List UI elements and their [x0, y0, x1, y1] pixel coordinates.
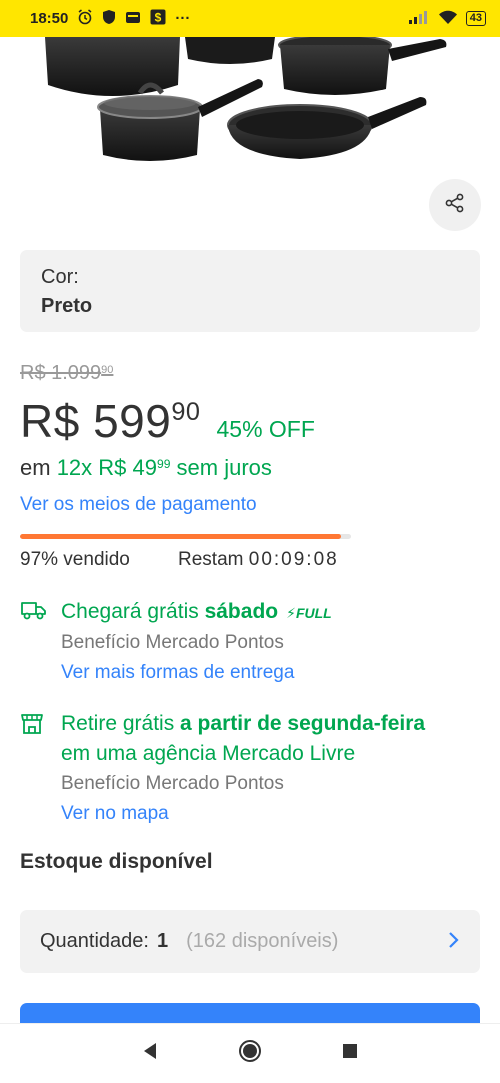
- sold-progress-bar: [20, 534, 351, 539]
- dollar-app-icon: $: [150, 9, 166, 28]
- color-selector[interactable]: Cor: Preto: [20, 250, 480, 332]
- wallet-icon: [125, 9, 141, 28]
- quantity-selector[interactable]: Quantidade: 1 (162 disponíveis): [20, 910, 480, 973]
- map-link[interactable]: Ver no mapa: [61, 799, 480, 829]
- pickup-benefit: Benefício Mercado Pontos: [61, 773, 284, 794]
- alarm-icon: [77, 9, 93, 28]
- share-icon: [444, 192, 466, 219]
- share-button[interactable]: [429, 179, 481, 231]
- discount-badge: 45% OFF: [216, 416, 315, 442]
- signal-icon: [408, 10, 430, 27]
- sold-progress-fill: [20, 534, 342, 539]
- quantity-label: Quantidade:: [40, 930, 149, 952]
- wifi-icon: [438, 10, 458, 28]
- current-price: R$ 59990: [20, 395, 201, 447]
- payment-methods-link[interactable]: Ver os meios de pagamento: [20, 494, 257, 516]
- stock-title: Estoque disponível: [20, 850, 213, 873]
- product-image[interactable]: [0, 37, 500, 167]
- shipping-benefit: Benefício Mercado Pontos: [61, 632, 284, 653]
- original-price: R$ 1.09990: [20, 362, 114, 384]
- pickup-info: Retire grátis a partir de segunda-feira …: [20, 709, 480, 829]
- sold-percentage: 97% vendido: [20, 549, 130, 570]
- deal-countdown: Restam 00:09:08: [178, 549, 339, 570]
- battery-icon: 43: [465, 11, 486, 26]
- nav-recents-button[interactable]: [300, 1024, 400, 1083]
- installments: em 12x R$ 4999 sem juros: [20, 455, 272, 480]
- recents-square-icon: [342, 1043, 358, 1064]
- available-count: (162 disponíveis): [186, 930, 339, 952]
- store-icon: [20, 712, 44, 736]
- price-row: R$ 59990 45% OFF: [20, 394, 315, 448]
- nav-home-button[interactable]: [200, 1024, 300, 1083]
- more-shipping-link[interactable]: Ver mais formas de entrega: [61, 658, 480, 688]
- nav-back-button[interactable]: [100, 1024, 200, 1083]
- truck-icon: [20, 599, 48, 621]
- chevron-right-icon: [448, 929, 460, 955]
- status-time: 18:50: [30, 10, 69, 27]
- pickup-headline: Retire grátis a partir de segunda-feira: [61, 712, 426, 735]
- shipping-info: Chegará grátis sábado ⚡FULL Benefício Mer…: [20, 597, 480, 688]
- pickup-location: em uma agência Mercado Livre: [61, 742, 356, 765]
- status-bar: 18:50 $ ··· 43: [0, 0, 500, 37]
- full-badge: ⚡FULL: [286, 605, 332, 621]
- shipping-headline: Chegará grátis sábado ⚡FULL: [61, 600, 332, 623]
- system-nav-bar: [0, 1023, 500, 1083]
- shield-icon: [102, 9, 116, 28]
- home-circle-icon: [238, 1039, 262, 1068]
- svg-text:$: $: [155, 11, 162, 25]
- countdown-timer: 00:09:08: [248, 549, 339, 570]
- color-label: Cor:: [41, 266, 79, 288]
- color-value: Preto: [41, 295, 93, 317]
- quantity-value: 1: [156, 930, 169, 952]
- more-dots-icon: ···: [175, 10, 191, 27]
- back-triangle-icon: [142, 1042, 158, 1065]
